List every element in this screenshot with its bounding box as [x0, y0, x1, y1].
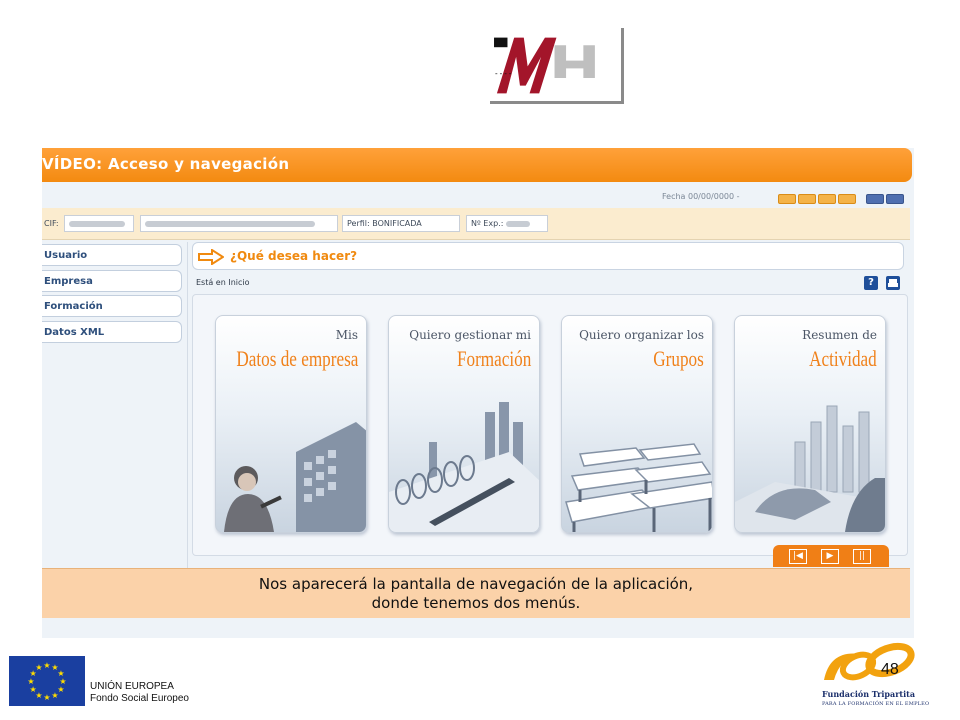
app-window: VÍDEO: Acceso y navegación Fecha 00/00/0… [42, 148, 914, 638]
caption-box: Nos aparecerá la pantalla de navegación … [42, 568, 910, 618]
mh-logo-dashes: ---- [494, 69, 512, 78]
cif-field [64, 215, 134, 232]
title-bar: VÍDEO: Acceso y navegación [42, 148, 912, 182]
notebook-pen-chart-image [389, 402, 539, 532]
mh-logo: ---- [490, 28, 624, 104]
cif-label: CIF: [44, 219, 59, 228]
sidebar-item-empresa[interactable]: Empresa [42, 270, 182, 292]
sidebar-item-label: Usuario [44, 250, 88, 261]
foundation-subtitle: PARA LA FORMACIÓN EN EL EMPLEO [822, 701, 930, 707]
arrow-right-icon [198, 249, 224, 265]
rewind-icon[interactable]: |◀ [789, 549, 807, 564]
fundacion-tripartita-logo [824, 642, 915, 681]
eu-flag-icon: ★ ★ ★ ★ ★ ★ ★ ★ ★ ★ ★ ★ [9, 656, 85, 706]
info-bar: CIF: Perfil: BONIFICADA Nº Exp.: [42, 208, 910, 240]
toolbar-button[interactable] [798, 194, 816, 204]
card-title: Grupos [653, 346, 704, 371]
player-controls: |◀ ▶ || [773, 545, 889, 567]
card-title: Datos de empresa [236, 346, 358, 371]
help-icon[interactable]: ? [864, 276, 878, 290]
card-title: Formación [456, 346, 531, 371]
sidebar-item-label: Datos XML [44, 327, 105, 338]
eu-text: UNIÓN EUROPEA Fondo Social Europeo [90, 681, 189, 705]
sidebar-item-datos-xml[interactable]: Datos XML [42, 321, 182, 343]
sidebar-item-label: Empresa [44, 276, 93, 287]
question-heading: ¿Qué desea hacer? [230, 249, 358, 263]
toolbar-button[interactable] [866, 194, 884, 204]
sidebar-item-usuario[interactable]: Usuario [42, 244, 182, 266]
profile-label: Perfil: [347, 219, 370, 228]
caption-line-2: donde tenemos dos menús. [371, 594, 581, 612]
breadcrumb: Está en Inicio [196, 278, 250, 287]
toolbar-button[interactable] [818, 194, 836, 204]
card-subtitle: Resumen de [802, 328, 877, 342]
caption-line-1: Nos aparecerá la pantalla de navegación … [258, 575, 694, 593]
eu-star-icon: ★ [30, 685, 37, 694]
card-formacion[interactable]: Quiero gestionar mi Formación [388, 315, 540, 533]
classroom-desks-image [565, 443, 712, 532]
eu-star-icon: ★ [35, 663, 42, 672]
eu-star-icon: ★ [51, 691, 58, 700]
card-subtitle: Quiero organizar los [579, 328, 704, 342]
pause-icon[interactable]: || [853, 549, 871, 564]
card-title: Actividad [809, 346, 877, 371]
profile-value: BONIFICADA [372, 219, 422, 228]
company-name-field [140, 215, 338, 232]
card-subtitle: Mis [335, 328, 358, 342]
exp-field: Nº Exp.: [466, 215, 548, 232]
card-datos-empresa[interactable]: Mis Datos de empresa [215, 315, 367, 533]
top-toolbar: Fecha 00/00/0000 - [602, 188, 912, 208]
main-content: ¿Qué desea hacer? Está en Inicio ? Mis D… [192, 242, 908, 568]
toolbar-button[interactable] [886, 194, 904, 204]
sidebar-item-formacion[interactable]: Formación [42, 295, 182, 317]
cards-panel: Mis Datos de empresa Quiero gestionar mi… [192, 294, 908, 556]
play-icon[interactable]: ▶ [821, 549, 839, 564]
office-worker-building-image [224, 422, 366, 532]
eu-star-icon: ★ [43, 693, 50, 702]
question-bar: ¿Qué desea hacer? [192, 242, 904, 270]
sidebar: Usuario Empresa Formación Datos XML [42, 242, 188, 568]
card-subtitle: Quiero gestionar mi [409, 328, 531, 342]
page-number: 48 [881, 661, 899, 678]
eu-star-icon: ★ [43, 661, 50, 670]
eu-star-icon: ★ [27, 677, 34, 686]
card-grupos[interactable]: Quiero organizar los Grupos [561, 315, 713, 533]
sidebar-item-label: Formación [44, 301, 103, 312]
eu-line-1: UNIÓN EUROPEA [90, 681, 174, 692]
profile-field: Perfil: BONIFICADA [342, 215, 460, 232]
bar-chart-hand-image [735, 405, 885, 532]
page-title: VÍDEO: Acceso y navegación [42, 155, 290, 173]
eu-line-2: Fondo Social Europeo [90, 693, 189, 704]
toolbar-button[interactable] [778, 194, 796, 204]
print-icon[interactable] [886, 276, 900, 290]
toolbar-button[interactable] [838, 194, 856, 204]
foundation-name: Fundación Tripartita [822, 689, 916, 699]
exp-label: Nº Exp.: [471, 219, 504, 228]
date-text: Fecha 00/00/0000 - [662, 192, 740, 201]
card-actividad[interactable]: Resumen de Actividad [734, 315, 886, 533]
